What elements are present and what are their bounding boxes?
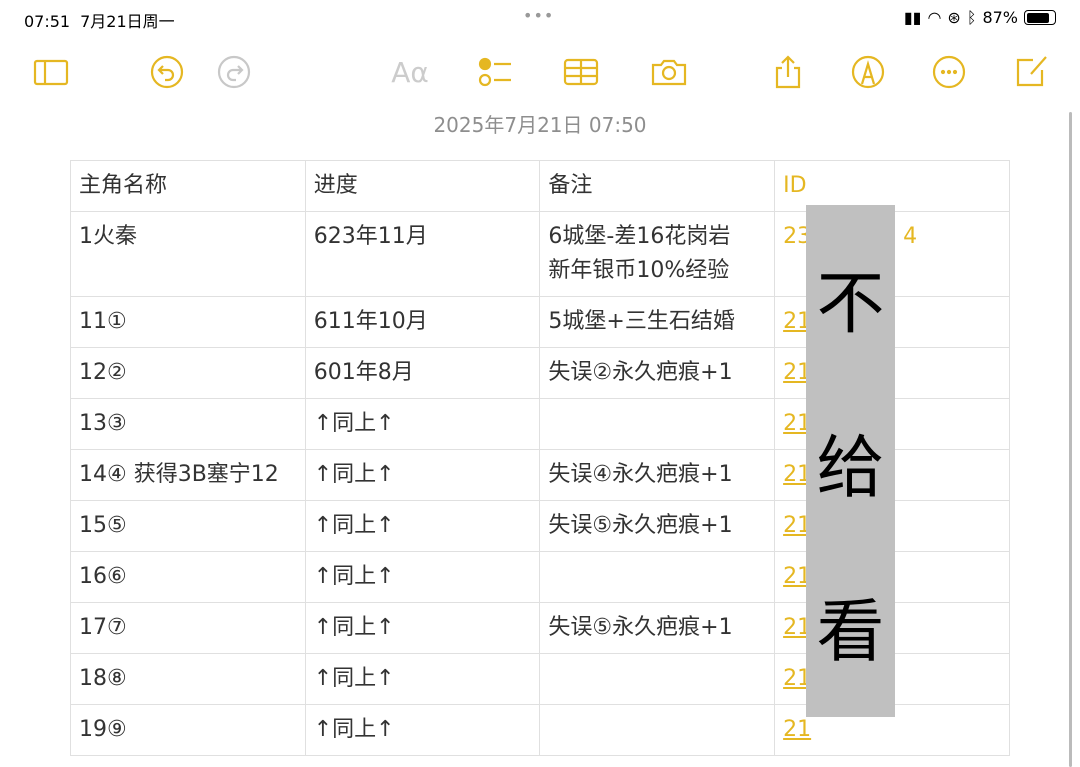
- more-button[interactable]: [930, 54, 968, 90]
- cell-name[interactable]: 14④ 获得3B塞宁12: [70, 449, 306, 501]
- overlay-char: 给: [816, 428, 885, 508]
- undo-icon: [150, 55, 184, 89]
- cell-note[interactable]: 失误⑤永久疤痕+1: [539, 602, 776, 654]
- cell-progress[interactable]: ↑同上↑: [304, 653, 541, 705]
- text-format-button[interactable]: Aα: [390, 54, 430, 90]
- cell-progress[interactable]: ↑同上↑: [304, 398, 541, 450]
- cell-progress[interactable]: ↑同上↑: [304, 551, 541, 603]
- signal-icon: ▮▮: [903, 8, 922, 27]
- battery-percent: 87%: [982, 8, 1018, 27]
- bluetooth-icon: ᛒ: [966, 8, 977, 27]
- markup-button[interactable]: [849, 54, 887, 90]
- cell-note[interactable]: 失误②永久疤痕+1: [539, 347, 776, 399]
- redo-icon: [217, 55, 251, 89]
- camera-icon: [651, 59, 687, 86]
- cell-name[interactable]: 18⑧: [70, 653, 306, 705]
- cell-note[interactable]: 6城堡-差16花岗岩 新年银币10%经验: [539, 211, 776, 297]
- cell-progress[interactable]: ↑同上↑: [304, 449, 541, 501]
- redo-button[interactable]: [215, 54, 253, 90]
- cell-note[interactable]: [539, 551, 776, 603]
- cell-note[interactable]: 5城堡+三生石结婚: [539, 296, 776, 348]
- markup-pen-icon: [851, 55, 885, 89]
- compose-button[interactable]: [1013, 54, 1051, 90]
- more-icon: [932, 55, 966, 89]
- cell-name[interactable]: 17⑦: [70, 602, 306, 654]
- header-progress[interactable]: 进度: [304, 160, 541, 212]
- table-icon: [563, 58, 599, 86]
- cell-progress[interactable]: ↑同上↑: [304, 602, 541, 654]
- note-timestamp: 2025年7月21日 07:50: [433, 113, 647, 137]
- checklist-icon: [478, 57, 511, 87]
- status-bar-left: 07:51 7月21日周一: [24, 8, 185, 32]
- cell-name[interactable]: 16⑥: [70, 551, 306, 603]
- overlay-char: 不: [816, 264, 885, 344]
- scrollbar[interactable]: [1069, 112, 1072, 767]
- cell-name[interactable]: 15⑤: [70, 500, 306, 552]
- battery-icon: [1024, 10, 1056, 25]
- cell-progress[interactable]: ↑同上↑: [304, 704, 541, 756]
- header-note[interactable]: 备注: [539, 160, 776, 212]
- cell-name[interactable]: 19⑨: [70, 704, 306, 756]
- cell-name[interactable]: 13③: [70, 398, 306, 450]
- status-time: 07:51: [24, 12, 71, 31]
- table-button[interactable]: [562, 54, 600, 90]
- cell-name[interactable]: 1火秦: [70, 211, 306, 297]
- cell-note[interactable]: [539, 704, 776, 756]
- orientation-lock-icon: ⊛: [947, 8, 961, 27]
- status-date: 7月21日周一: [80, 12, 175, 31]
- undo-button[interactable]: [148, 54, 186, 90]
- table-header-row: 主角名称 进度 备注 ID: [70, 160, 1010, 212]
- cell-name[interactable]: 11①: [70, 296, 306, 348]
- header-id[interactable]: ID: [774, 160, 1010, 212]
- sidebar-icon: [33, 59, 69, 86]
- share-icon: [775, 55, 801, 89]
- share-button[interactable]: [769, 54, 807, 90]
- id-link[interactable]: 21: [783, 717, 811, 742]
- checklist-button[interactable]: [476, 54, 514, 90]
- cell-progress[interactable]: 611年10月: [304, 296, 541, 348]
- status-bar-right: ▮▮ ◠ ⊛ ᛒ 87%: [904, 8, 1056, 27]
- cell-note[interactable]: [539, 398, 776, 450]
- multitasking-dots[interactable]: •••: [523, 6, 554, 25]
- cell-progress[interactable]: ↑同上↑: [304, 500, 541, 552]
- sidebar-toggle-button[interactable]: [32, 54, 70, 90]
- cell-note[interactable]: [539, 653, 776, 705]
- compose-icon: [1016, 56, 1047, 87]
- wifi-icon: ◠: [927, 8, 942, 27]
- cell-note[interactable]: 失误④永久疤痕+1: [539, 449, 776, 501]
- cell-progress[interactable]: 601年8月: [304, 347, 541, 399]
- cell-name[interactable]: 12②: [70, 347, 306, 399]
- camera-button[interactable]: [650, 54, 688, 90]
- header-name[interactable]: 主角名称: [70, 160, 306, 212]
- redaction-overlay: 不 给 看: [806, 205, 895, 717]
- cell-note[interactable]: 失误⑤永久疤痕+1: [539, 500, 776, 552]
- overlay-char: 看: [816, 592, 885, 672]
- id-tail: 4: [903, 224, 918, 249]
- cell-progress[interactable]: 623年11月: [304, 211, 541, 297]
